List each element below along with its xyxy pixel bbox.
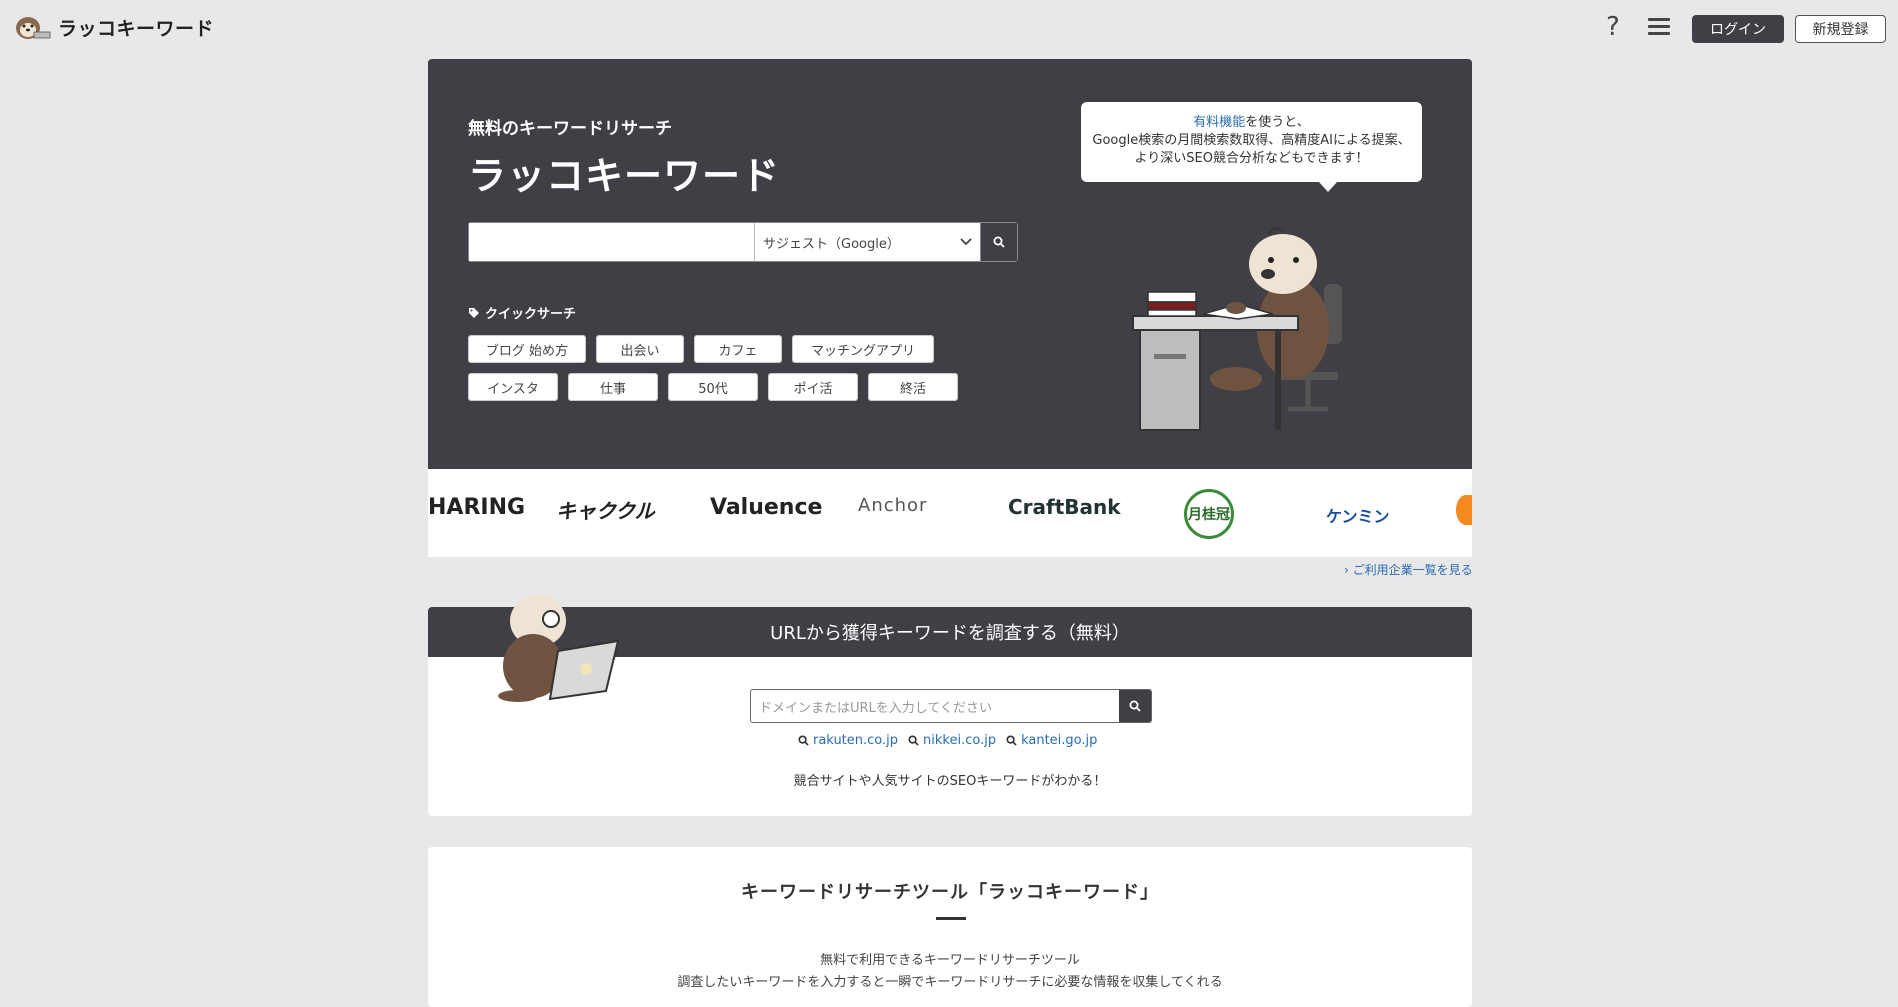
about-section: キーワードリサーチツール「ラッコキーワード」 無料で利用できるキーワードリサーチ… [428, 847, 1472, 1007]
quick-chip[interactable]: 終活 [868, 373, 958, 401]
url-search-bar: ドメインまたはURLを入力してください [750, 689, 1152, 723]
chevron-down-icon [960, 238, 972, 246]
url-keyword-section: URLから獲得キーワードを調査する（無料） ドメインまたはURLを入力してくださ… [428, 595, 1472, 816]
quick-chip[interactable]: ブログ 始め方 [468, 335, 586, 363]
url-example-link[interactable]: kantei.go.jp [1006, 733, 1097, 748]
client-logos-strip: HARING キャククル Valuence Anchor CraftBank 月… [428, 469, 1472, 557]
otter-logo-icon [16, 17, 51, 39]
client-logo: CraftBank [1008, 495, 1121, 519]
quick-search-chips: ブログ 始め方 出会い カフェ マッチングアプリ インスタ 仕事 50代 ポイ活… [468, 335, 988, 411]
quick-chip[interactable]: マッチングアプリ [792, 335, 934, 363]
top-bar: ラッコキーワード ? ログイン 新規登録 [0, 0, 1898, 56]
url-search-input[interactable]: ドメインまたはURLを入力してください [751, 690, 1119, 722]
question-icon[interactable]: ? [1606, 12, 1620, 42]
url-example-links: rakuten.co.jp nikkei.co.jp kantei.go.jp [798, 733, 1097, 748]
logo-text: ラッコキーワード [58, 17, 215, 40]
search-icon [993, 236, 1005, 248]
hero-subtitle: 無料のキーワードリサーチ [468, 119, 672, 139]
quick-chip[interactable]: ポイ活 [768, 373, 858, 401]
keyword-search-input[interactable] [469, 223, 755, 261]
otter-at-desk-illustration [1132, 227, 1342, 431]
client-logo: HARING [428, 495, 526, 520]
site-logo[interactable]: ラッコキーワード [12, 12, 214, 42]
hamburger-icon[interactable] [1648, 18, 1670, 36]
premium-speech-bubble: 有料機能を使うと、 Google検索の月間検索数取得、高精度AIによる提案、 よ… [1081, 102, 1422, 192]
quick-chip[interactable]: 出会い [596, 335, 684, 363]
view-clients-link[interactable]: › ご利用企業一覧を見る [1344, 561, 1473, 578]
hero-section: 無料のキーワードリサーチ ラッコキーワード サジェスト（Google） クイック… [428, 59, 1472, 469]
source-select-value: サジェスト（Google） [763, 236, 900, 252]
login-button[interactable]: ログイン [1692, 15, 1784, 43]
client-logo: ケンミン [1326, 507, 1390, 526]
source-select[interactable]: サジェスト（Google） [755, 223, 981, 261]
search-icon [798, 735, 809, 746]
about-title: キーワードリサーチツール「ラッコキーワード」 [741, 882, 1159, 903]
keyword-search-button[interactable] [981, 223, 1017, 261]
quick-chip[interactable]: カフェ [694, 335, 782, 363]
register-button[interactable]: 新規登録 [1795, 15, 1886, 43]
url-example-link[interactable]: nikkei.co.jp [908, 733, 996, 748]
about-description: 無料で利用できるキーワードリサーチツール 調査したいキーワードを入力すると一瞬で… [677, 953, 1223, 990]
quick-chip[interactable]: 仕事 [568, 373, 658, 401]
client-logo: Valuence [710, 495, 823, 520]
url-section-note: 競合サイトや人気サイトのSEOキーワードがわかる！ [793, 774, 1107, 789]
hero-title: ラッコキーワード [468, 154, 781, 198]
otter-with-laptop-illustration [498, 595, 620, 702]
quick-search-label: クイックサーチ [468, 303, 576, 322]
client-logo: キャククル [556, 499, 655, 523]
keyword-search-bar: サジェスト（Google） [468, 222, 1018, 262]
quick-chip[interactable]: インスタ [468, 373, 558, 401]
title-underline [936, 917, 966, 920]
tag-icon [469, 307, 479, 318]
search-icon [1006, 735, 1017, 746]
client-logo-partial [1456, 495, 1472, 525]
quick-chip[interactable]: 50代 [668, 373, 758, 401]
search-icon [1129, 700, 1141, 712]
client-logo: Anchor [858, 495, 928, 516]
url-example-link[interactable]: rakuten.co.jp [798, 733, 898, 748]
url-search-button[interactable] [1119, 690, 1151, 722]
client-logo: 月桂冠 [1184, 489, 1234, 539]
search-icon [908, 735, 919, 746]
premium-features-link[interactable]: 有料機能 [1193, 115, 1245, 130]
